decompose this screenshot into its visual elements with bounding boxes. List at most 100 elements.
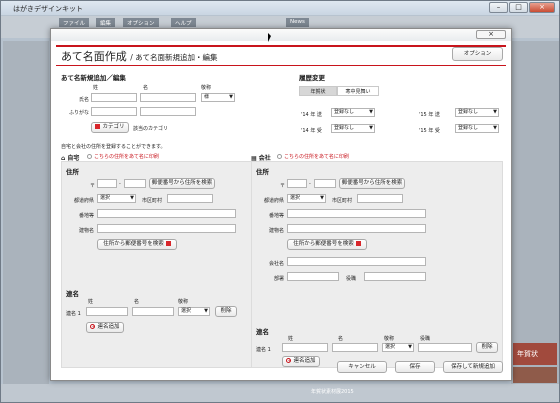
history-year: '14 年 bbox=[301, 128, 316, 134]
role-input[interactable] bbox=[364, 272, 426, 281]
history-year: '14 年 bbox=[301, 112, 316, 118]
menu-file[interactable]: ファイル bbox=[59, 18, 90, 27]
dialog-title-main: あて名面作成 bbox=[61, 50, 127, 63]
company-city-input[interactable] bbox=[357, 194, 403, 203]
joint-add-label: 連名追加 bbox=[293, 358, 316, 364]
address-dialog: × あて名面作成 / あて名面新規追加・編集 オプション あて名新規追加／編集 … bbox=[50, 28, 512, 381]
col-mei: 名 bbox=[143, 85, 149, 91]
tab-kanchu[interactable]: 寒中見舞い bbox=[337, 86, 379, 96]
save-new-button[interactable]: 保存して新規追加 bbox=[443, 361, 503, 373]
building-label: 建物名 bbox=[268, 228, 284, 234]
company-addr-search-button[interactable]: 住所から郵便番号を検索 bbox=[287, 239, 367, 250]
home-building-input[interactable] bbox=[97, 224, 236, 233]
dialog-close-button[interactable]: × bbox=[476, 30, 506, 39]
menu-option[interactable]: オプション bbox=[123, 18, 159, 27]
history-row-4: '15 年 受 bbox=[419, 127, 440, 134]
dialog-subtitle: / あて名面新規追加・編集 bbox=[130, 53, 218, 62]
history-select-1[interactable]: 登録なし ▼ bbox=[331, 108, 375, 117]
home-street-input[interactable] bbox=[97, 209, 236, 218]
joint-col-sei: 姓 bbox=[88, 299, 94, 305]
maximize-button[interactable]: □ bbox=[509, 2, 528, 13]
radio-icon bbox=[87, 154, 92, 159]
company-joint-role-input[interactable] bbox=[418, 343, 472, 352]
history-select-2[interactable]: 登録なし ▼ bbox=[455, 108, 499, 117]
company-print-radio[interactable]: こちらの住所をあて名に印刷 bbox=[277, 153, 349, 160]
sei-input[interactable] bbox=[91, 93, 137, 102]
option-button[interactable]: オプション bbox=[452, 47, 503, 61]
folder-icon bbox=[95, 124, 101, 129]
home-joint-delete-button[interactable]: 削除 bbox=[215, 306, 237, 317]
company-radio-label: こちらの住所をあて名に印刷 bbox=[284, 154, 349, 160]
home-panel: 住所 〒 - 郵便番号から住所を検索 都道府県 選択 ▼ 市区町村 番地等 建物名… bbox=[61, 161, 283, 368]
plus-icon: + bbox=[286, 358, 292, 363]
home-postal-search-button[interactable]: 郵便番号から住所を検索 bbox=[149, 178, 215, 189]
company-joint-delete-button[interactable]: 削除 bbox=[476, 342, 498, 353]
company-postal-2[interactable] bbox=[314, 179, 336, 188]
chevron-down-icon: ▼ bbox=[130, 195, 134, 201]
col-keisho: 敬称 bbox=[201, 85, 212, 91]
mei-input[interactable] bbox=[140, 93, 196, 102]
street-label: 番地等 bbox=[78, 213, 94, 219]
window-close-button[interactable]: × bbox=[529, 2, 555, 13]
tab-nenga[interactable]: 年賀状 bbox=[299, 86, 337, 96]
arrow-icon bbox=[355, 241, 361, 246]
sei-furigana-input[interactable] bbox=[91, 107, 137, 116]
home-postal-1[interactable] bbox=[97, 179, 117, 188]
city-label: 市区町村 bbox=[332, 198, 353, 204]
menu-news[interactable]: News bbox=[286, 18, 309, 27]
dept-label: 部署 bbox=[273, 276, 284, 282]
company-joint-mei-input[interactable] bbox=[332, 343, 378, 352]
company-joint-sei-input[interactable] bbox=[282, 343, 328, 352]
company-postal-search-button[interactable]: 郵便番号から住所を検索 bbox=[339, 178, 405, 189]
home-print-radio[interactable]: こちらの住所をあて名に印刷 bbox=[87, 153, 159, 160]
postal-mark: 〒 bbox=[280, 183, 286, 189]
company-joint-add-button[interactable]: + 連名追加 bbox=[282, 356, 320, 367]
addr-button-label: 住所から郵便番号を検索 bbox=[103, 241, 164, 247]
chevron-down-icon: ▼ bbox=[493, 125, 497, 131]
home-radio-label: こちらの住所をあて名に印刷 bbox=[94, 154, 159, 160]
home-joint-title: 連名 bbox=[66, 290, 79, 298]
company-pref-select[interactable]: 選択 ▼ bbox=[287, 194, 326, 203]
history-value: 登録なし bbox=[334, 125, 355, 131]
save-button[interactable]: 保存 bbox=[395, 361, 435, 373]
company-postal-1[interactable] bbox=[287, 179, 307, 188]
menu-help[interactable]: ヘルプ bbox=[171, 18, 196, 27]
category-button[interactable]: カテゴリ bbox=[91, 122, 129, 133]
home-city-input[interactable] bbox=[167, 194, 213, 203]
cancel-button[interactable]: キャンセル bbox=[337, 361, 387, 373]
company-joint-keisho-select[interactable]: 選択 ▼ bbox=[382, 343, 414, 352]
home-joint-add-button[interactable]: + 連名追加 bbox=[86, 322, 124, 333]
col-sei: 姓 bbox=[93, 85, 99, 91]
home-addr-title: 住所 bbox=[66, 168, 79, 176]
home-addr-search-button[interactable]: 住所から郵便番号を検索 bbox=[97, 239, 177, 250]
joint-col-role: 役職 bbox=[420, 336, 431, 342]
joint-row-label: 連名 1 bbox=[256, 347, 271, 353]
company-panel: 住所 〒 - 郵便番号から住所を検索 都道府県 選択 ▼ 市区町村 番地等 建物名… bbox=[251, 161, 503, 368]
pref-label: 都道府県 bbox=[263, 198, 284, 204]
company-addr-title: 住所 bbox=[256, 168, 269, 176]
company-name-input[interactable] bbox=[287, 257, 426, 266]
joint-col-keisho: 敬称 bbox=[384, 336, 395, 342]
furigana-label: ふりがな bbox=[68, 110, 89, 116]
mei-furigana-input[interactable] bbox=[140, 107, 196, 116]
company-building-input[interactable] bbox=[287, 224, 426, 233]
dialog-title: あて名面作成 / あて名面新規追加・編集 bbox=[61, 48, 218, 64]
home-pref-select[interactable]: 選択 ▼ bbox=[97, 194, 136, 203]
keisho-select[interactable]: 様 ▼ bbox=[201, 93, 235, 102]
home-joint-mei-input[interactable] bbox=[132, 307, 174, 316]
menu-edit[interactable]: 編集 bbox=[96, 18, 116, 27]
home-joint-sei-input[interactable] bbox=[86, 307, 128, 316]
joint-col-mei: 名 bbox=[338, 336, 344, 342]
history-row-1: '14 年 送 bbox=[301, 111, 322, 118]
mouse-cursor-icon bbox=[268, 33, 271, 42]
company-street-input[interactable] bbox=[287, 209, 426, 218]
company-joint-title: 連名 bbox=[256, 328, 269, 336]
category-button-label: カテゴリ bbox=[102, 124, 125, 130]
history-select-3[interactable]: 登録なし ▼ bbox=[331, 124, 375, 133]
home-joint-keisho-select[interactable]: 選択 ▼ bbox=[178, 307, 210, 316]
home-postal-2[interactable] bbox=[124, 179, 146, 188]
minimize-button[interactable]: – bbox=[489, 2, 508, 13]
dept-input[interactable] bbox=[287, 272, 339, 281]
history-select-4[interactable]: 登録なし ▼ bbox=[455, 124, 499, 133]
window-controls: – □ × bbox=[488, 2, 555, 13]
